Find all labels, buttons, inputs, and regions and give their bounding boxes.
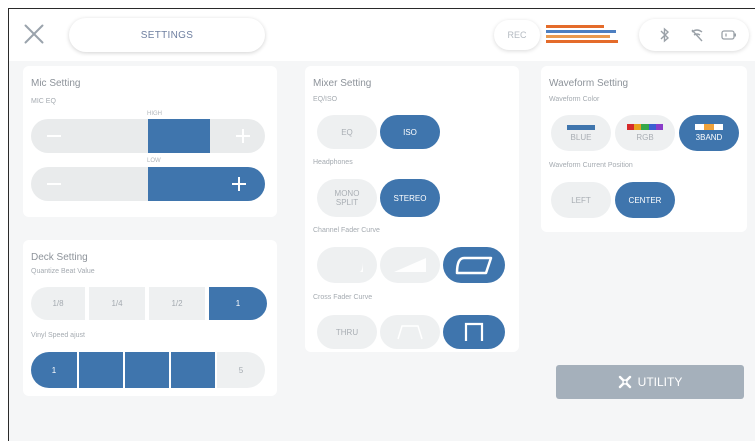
level-meter <box>546 23 632 45</box>
mic-setting-panel: Mic Setting MIC EQ HIGH LOW <box>23 66 277 217</box>
meter-bar <box>546 25 604 28</box>
waveform-setting-panel: Waveform Setting Waveform Color BLUE RGB… <box>541 66 747 232</box>
slider-fill <box>148 167 265 201</box>
mic-eq-label: MIC EQ <box>31 98 56 105</box>
rgb-swatch-icon <box>627 124 664 130</box>
quantize-option-1-2[interactable]: 1/2 <box>149 287 205 320</box>
vinyl-speed-label: Vinyl Speed ajust <box>31 332 85 339</box>
cross-fader-curve-2[interactable] <box>380 315 440 349</box>
quantize-label: Quantize Beat Value <box>31 268 95 275</box>
quantize-option-1[interactable]: 1 <box>209 287 267 320</box>
channel-fader-label: Channel Fader Curve <box>313 227 380 234</box>
eq-button[interactable]: EQ <box>317 115 377 149</box>
mic-high-label: HIGH <box>147 111 162 117</box>
minus-icon <box>47 135 61 137</box>
bluetooth-icon <box>660 27 670 43</box>
channel-fader-curve-1[interactable] <box>317 247 377 283</box>
top-bar: SETTINGS REC <box>9 9 755 61</box>
mono-split-button[interactable]: MONO SPLIT <box>317 179 377 217</box>
channel-fader-curve-2[interactable] <box>380 247 440 283</box>
channel-fader-curve-3[interactable] <box>443 247 505 283</box>
mic-low-slider[interactable] <box>31 167 265 201</box>
quantize-option-1-4[interactable]: 1/4 <box>89 287 145 320</box>
utility-icon <box>618 375 631 389</box>
waveform-setting-title: Waveform Setting <box>549 78 629 89</box>
slider-fill <box>148 119 210 153</box>
plus-icon <box>238 177 240 191</box>
vinyl-speed-step[interactable]: 5 <box>217 352 265 388</box>
plus-icon <box>242 129 244 143</box>
3band-swatch-icon <box>695 124 723 130</box>
cross-fader-thru-button[interactable]: THRU <box>317 315 377 349</box>
waveform-color-blue[interactable]: BLUE <box>551 115 611 151</box>
status-indicators <box>639 19 749 51</box>
mic-high-slider[interactable] <box>31 119 265 153</box>
minus-icon <box>47 183 61 185</box>
iso-button[interactable]: ISO <box>380 115 440 149</box>
utility-button[interactable]: UTILITY <box>556 365 744 399</box>
deck-setting-title: Deck Setting <box>31 252 88 263</box>
quantize-option-1-8[interactable]: 1/8 <box>31 287 85 320</box>
rec-button[interactable]: REC <box>494 20 540 50</box>
curve-square-icon <box>464 322 484 341</box>
waveform-position-label: Waveform Current Position <box>549 162 633 169</box>
curve-slow-icon <box>331 260 363 272</box>
battery-icon <box>721 30 736 40</box>
mixer-setting-panel: Mixer Setting EQ/ISO EQ ISO Headphones M… <box>305 66 519 352</box>
waveform-color-blue-label: BLUE <box>570 132 592 142</box>
mic-setting-title: Mic Setting <box>31 78 81 89</box>
meter-bar <box>546 35 610 38</box>
waveform-color-label: Waveform Color <box>549 96 600 103</box>
waveform-color-rgb-label: RGB <box>636 133 654 142</box>
waveform-color-3band[interactable]: 3BAND <box>679 115 739 151</box>
vinyl-speed-step[interactable]: 1 <box>31 352 77 388</box>
waveform-color-rgb[interactable]: RGB <box>615 115 675 151</box>
deck-setting-panel: Deck Setting Quantize Beat Value 1/8 1/4… <box>23 240 277 396</box>
cross-fader-label: Cross Fader Curve <box>313 294 373 301</box>
no-signal-icon <box>691 29 703 42</box>
meter-bar <box>546 30 616 33</box>
vinyl-speed-step[interactable] <box>79 352 123 388</box>
headphones-label: Headphones <box>313 159 353 166</box>
curve-linear-icon <box>394 258 426 272</box>
vinyl-speed-step[interactable] <box>125 352 169 388</box>
mic-low-label: LOW <box>147 158 161 164</box>
waveform-position-center[interactable]: CENTER <box>615 182 675 218</box>
tab-settings[interactable]: SETTINGS <box>69 18 265 52</box>
curve-fast-icon <box>455 256 493 275</box>
waveform-color-3band-label: 3BAND <box>695 133 723 142</box>
waveform-position-left[interactable]: LEFT <box>551 182 611 218</box>
stereo-button[interactable]: STEREO <box>380 179 440 217</box>
vinyl-speed-step[interactable] <box>171 352 215 388</box>
mixer-setting-title: Mixer Setting <box>313 78 372 89</box>
eq-iso-label: EQ/ISO <box>313 96 338 103</box>
blue-swatch-icon <box>567 124 595 130</box>
curve-trapezoid-icon <box>397 325 423 340</box>
settings-screen: SETTINGS REC Mic Setting MIC EQ HIGH LOW… <box>8 8 755 441</box>
close-icon[interactable] <box>21 21 47 47</box>
cross-fader-curve-3[interactable] <box>443 315 505 349</box>
meter-bar <box>546 40 618 43</box>
utility-label: UTILITY <box>637 375 683 389</box>
